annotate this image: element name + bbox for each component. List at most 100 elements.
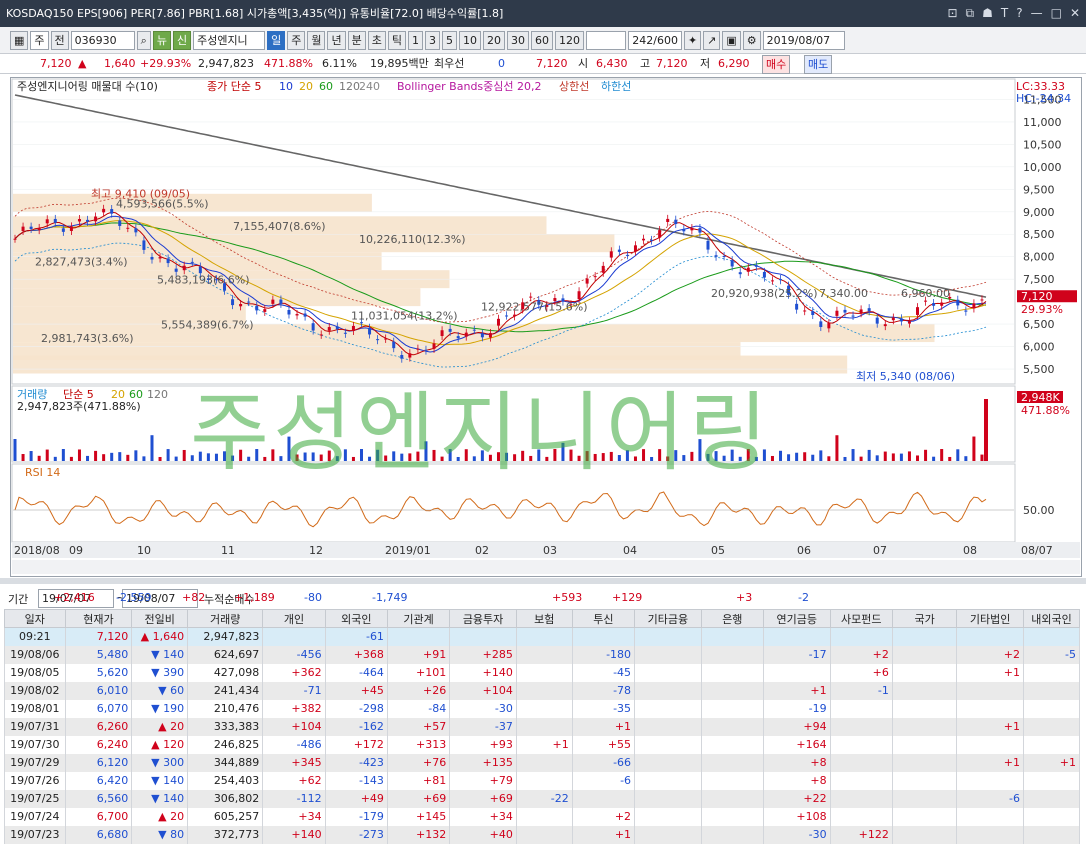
column-header[interactable]: 보험	[515, 609, 573, 628]
sell-button[interactable]: 매도	[804, 55, 833, 74]
candle	[972, 303, 976, 309]
table-cell	[515, 627, 573, 646]
tools-icon[interactable]: ✦	[683, 30, 702, 50]
candle	[577, 291, 581, 300]
shin-button[interactable]: 신	[172, 30, 192, 50]
stock-name: 주성엔지니	[193, 30, 266, 50]
layout-icon[interactable]: ▦	[10, 30, 29, 50]
help-icon[interactable]: ?	[1016, 0, 1022, 27]
column-header[interactable]: 기타법인	[956, 609, 1024, 628]
table-row[interactable]: 19/07/30 6,240 ▲ 120 246,825 -486 +172 +313 +93…	[4, 735, 1081, 754]
maximize-icon[interactable]: □	[1051, 0, 1062, 27]
table-cell: +345	[262, 753, 326, 772]
buy-button[interactable]: 매수	[762, 55, 791, 74]
volume-bar	[835, 435, 839, 461]
period-week[interactable]: 주	[287, 30, 306, 50]
count-input[interactable]: 242/600	[627, 30, 682, 50]
price-axis-label: 5,500	[1023, 363, 1055, 376]
column-header[interactable]: 전일비	[131, 609, 189, 628]
volume-bar	[803, 452, 807, 461]
column-header[interactable]: 사모펀드	[829, 609, 893, 628]
text-icon[interactable]: T	[1001, 0, 1008, 27]
column-header[interactable]: 현재가	[64, 609, 133, 628]
minute-120[interactable]: 120	[554, 30, 584, 50]
table-row[interactable]: 19/08/02 6,010 ▼ 60 241,434 -71 +45 +26 +104 -78…	[4, 681, 1081, 700]
table-cell	[700, 663, 764, 682]
volume-bar	[851, 449, 855, 461]
table-cell	[571, 789, 636, 808]
pin-icon[interactable]: ☗	[982, 0, 993, 27]
chart-toolbar: ▦ 주 전 036930 ⌕ 뉴 신 주성엔지니 일 주 월 년 분 초 틱 1…	[0, 27, 1086, 54]
gear-icon[interactable]: ⚙	[742, 30, 761, 50]
splitter[interactable]	[0, 578, 1086, 584]
candle	[762, 271, 766, 278]
table-row[interactable]: 19/08/06 5,480 ▼ 140 624,697 -456 +368 +91 +285…	[4, 645, 1081, 664]
period-second[interactable]: 초	[367, 30, 386, 50]
interval-select[interactable]	[585, 30, 626, 50]
minute-3[interactable]: 3	[424, 30, 440, 50]
column-header[interactable]: 일자	[4, 609, 66, 628]
minute-1[interactable]: 1	[407, 30, 423, 50]
minimize-icon[interactable]: —	[1031, 0, 1043, 27]
candle	[658, 230, 662, 238]
date-input[interactable]: 2019/08/07	[762, 30, 845, 50]
save-icon[interactable]: ▣	[722, 30, 741, 50]
period-tick[interactable]: 틱	[387, 30, 406, 50]
candle	[601, 265, 605, 273]
table-cell	[262, 627, 326, 646]
minute-60[interactable]: 60	[530, 30, 553, 50]
close-icon[interactable]: ✕	[1070, 0, 1080, 27]
column-header[interactable]: 연기금등	[762, 609, 831, 628]
column-header[interactable]: 금융투자	[449, 609, 517, 628]
minute-5[interactable]: 5	[441, 30, 457, 50]
candle	[754, 265, 758, 267]
column-header[interactable]: 개인	[262, 609, 326, 628]
volume-bar	[126, 454, 130, 461]
period-day[interactable]: 일	[267, 30, 286, 50]
period-minute[interactable]: 분	[347, 30, 366, 50]
link-icon[interactable]: ⊡	[947, 0, 957, 27]
table-cell: +34	[262, 807, 326, 826]
column-header[interactable]: 거래량	[187, 609, 264, 628]
table-cell: +108	[762, 807, 831, 826]
draw-icon[interactable]: ↗	[703, 30, 721, 50]
search-icon[interactable]: ⌕	[136, 30, 151, 50]
table-cell: +145	[386, 807, 451, 826]
candle	[190, 261, 194, 263]
volume-profile-bar	[13, 288, 421, 307]
period-year[interactable]: 년	[327, 30, 346, 50]
copy-icon[interactable]: ⧉	[966, 0, 975, 27]
table-cell	[956, 825, 1024, 844]
column-header[interactable]: 투신	[571, 609, 636, 628]
table-cell: +362	[262, 663, 326, 682]
table-row[interactable]: 19/07/29 6,120 ▼ 300 344,889 +345 -423 +76 +135…	[4, 753, 1081, 772]
column-header[interactable]: 내외국인	[1022, 609, 1081, 628]
code-input[interactable]: 036930	[70, 30, 135, 50]
column-header[interactable]: 국가	[891, 609, 958, 628]
new-button[interactable]: 뉴	[152, 30, 171, 50]
table-row[interactable]: 19/07/24 6,700 ▲ 20 605,257 +34 -179 +145 +34 +2…	[4, 807, 1081, 826]
column-header[interactable]: 은행	[700, 609, 764, 628]
price-chart[interactable]: 11,50011,00010,50010,0009,5009,0008,5008…	[11, 78, 1081, 576]
table-row[interactable]: 19/08/01 6,070 ▼ 190 210,476 +382 -298 -84 -30 -…	[4, 699, 1081, 718]
candle	[239, 304, 243, 307]
minute-20[interactable]: 20	[482, 30, 505, 50]
chart-area[interactable]: 11,500 11,000 10,500 10,000 9,500 9,000 8,500 8…	[10, 77, 1082, 577]
cumulative-value: +593	[552, 591, 583, 604]
minute-10[interactable]: 10	[458, 30, 481, 50]
table-row[interactable]: 19/07/23 6,680 ▼ 80 372,773 +140 -273 +132 +40 +…	[4, 825, 1081, 844]
volume-bar	[150, 435, 154, 461]
table-row[interactable]: 19/08/05 5,620 ▼ 390 427,098 +362 -464 +101 +14…	[4, 663, 1081, 682]
column-header[interactable]: 기타금융	[634, 609, 702, 628]
table-row[interactable]: 19/07/25 6,560 ▼ 140 306,802 -112 +49 +69 +69 -2…	[4, 789, 1081, 808]
type-select[interactable]: 주	[30, 30, 49, 50]
minute-30[interactable]: 30	[506, 30, 529, 50]
table-row[interactable]: 09:21 7,120 ▲ 1,640 2,947,823 -61	[4, 627, 1081, 646]
period-month[interactable]: 월	[307, 30, 326, 50]
table-row[interactable]: 19/07/26 6,420 ▼ 140 254,403 +62 -143 +81 +79 -6…	[4, 771, 1081, 790]
candle	[319, 334, 323, 336]
column-header[interactable]: 외국인	[324, 609, 388, 628]
volume: 2,947,823	[198, 57, 254, 70]
column-header[interactable]: 기관계	[386, 609, 451, 628]
table-row[interactable]: 19/07/31 6,260 ▲ 20 333,383 +104 -162 +57 -37 +1…	[4, 717, 1081, 736]
